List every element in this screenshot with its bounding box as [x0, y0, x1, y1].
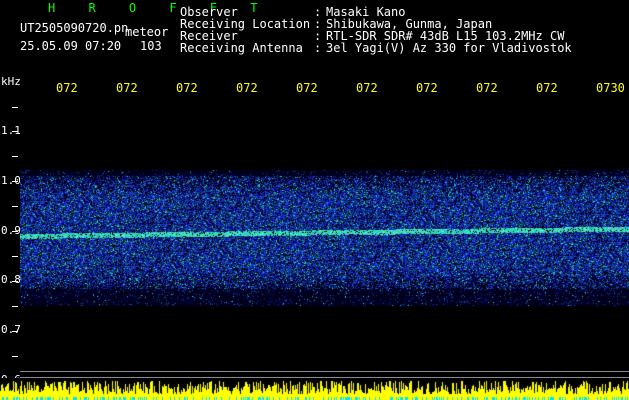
- time-tick-label: 072: [236, 81, 258, 95]
- meta-separator: :: [314, 41, 322, 55]
- spectrogram-canvas: [20, 98, 629, 370]
- signal-level-bars: [0, 378, 629, 400]
- meta-antenna-label: Receiving Antenna: [180, 41, 303, 55]
- time-tick-label: 072: [476, 81, 498, 95]
- time-tick-label: 072: [176, 81, 198, 95]
- time-tick-label: 072: [56, 81, 78, 95]
- datetime-label: 25.05.09 07:20: [20, 39, 122, 53]
- filename-label: UT2505090720.pn: [20, 21, 129, 35]
- y-tick-mark: [12, 231, 18, 232]
- y-tick-label: 0.8: [1, 273, 21, 286]
- time-tick-label: 072: [536, 81, 558, 95]
- y-tick-mark: [12, 107, 18, 108]
- time-tick-label: 0730: [596, 81, 625, 95]
- y-tick-mark: [12, 331, 18, 332]
- y-tick-label: 0.7: [1, 323, 21, 336]
- time-tick-label: 072: [416, 81, 438, 95]
- mode-label: meteor: [125, 25, 169, 39]
- y-tick-mark: [12, 281, 18, 282]
- y-tick-mark: [12, 131, 18, 132]
- y-tick-mark: [12, 356, 18, 357]
- axis-unit-label: kHz: [1, 75, 21, 88]
- y-tick-mark: [12, 181, 18, 182]
- y-tick-mark: [12, 256, 18, 257]
- baseline-rule: [20, 371, 629, 372]
- y-tick-mark: [12, 206, 18, 207]
- y-tick-mark: [12, 306, 18, 307]
- time-tick-label: 072: [296, 81, 318, 95]
- time-tick-label: 072: [116, 81, 138, 95]
- meta-antenna-value: 3el Yagi(V) Az 330 for Vladivostok: [326, 41, 572, 55]
- hrofft-screen: H R O F F T UT2505090720.pn meteor 25.05…: [0, 0, 629, 400]
- time-tick-label: 072: [356, 81, 378, 95]
- count-label: 103: [140, 39, 162, 53]
- y-tick-mark: [12, 156, 18, 157]
